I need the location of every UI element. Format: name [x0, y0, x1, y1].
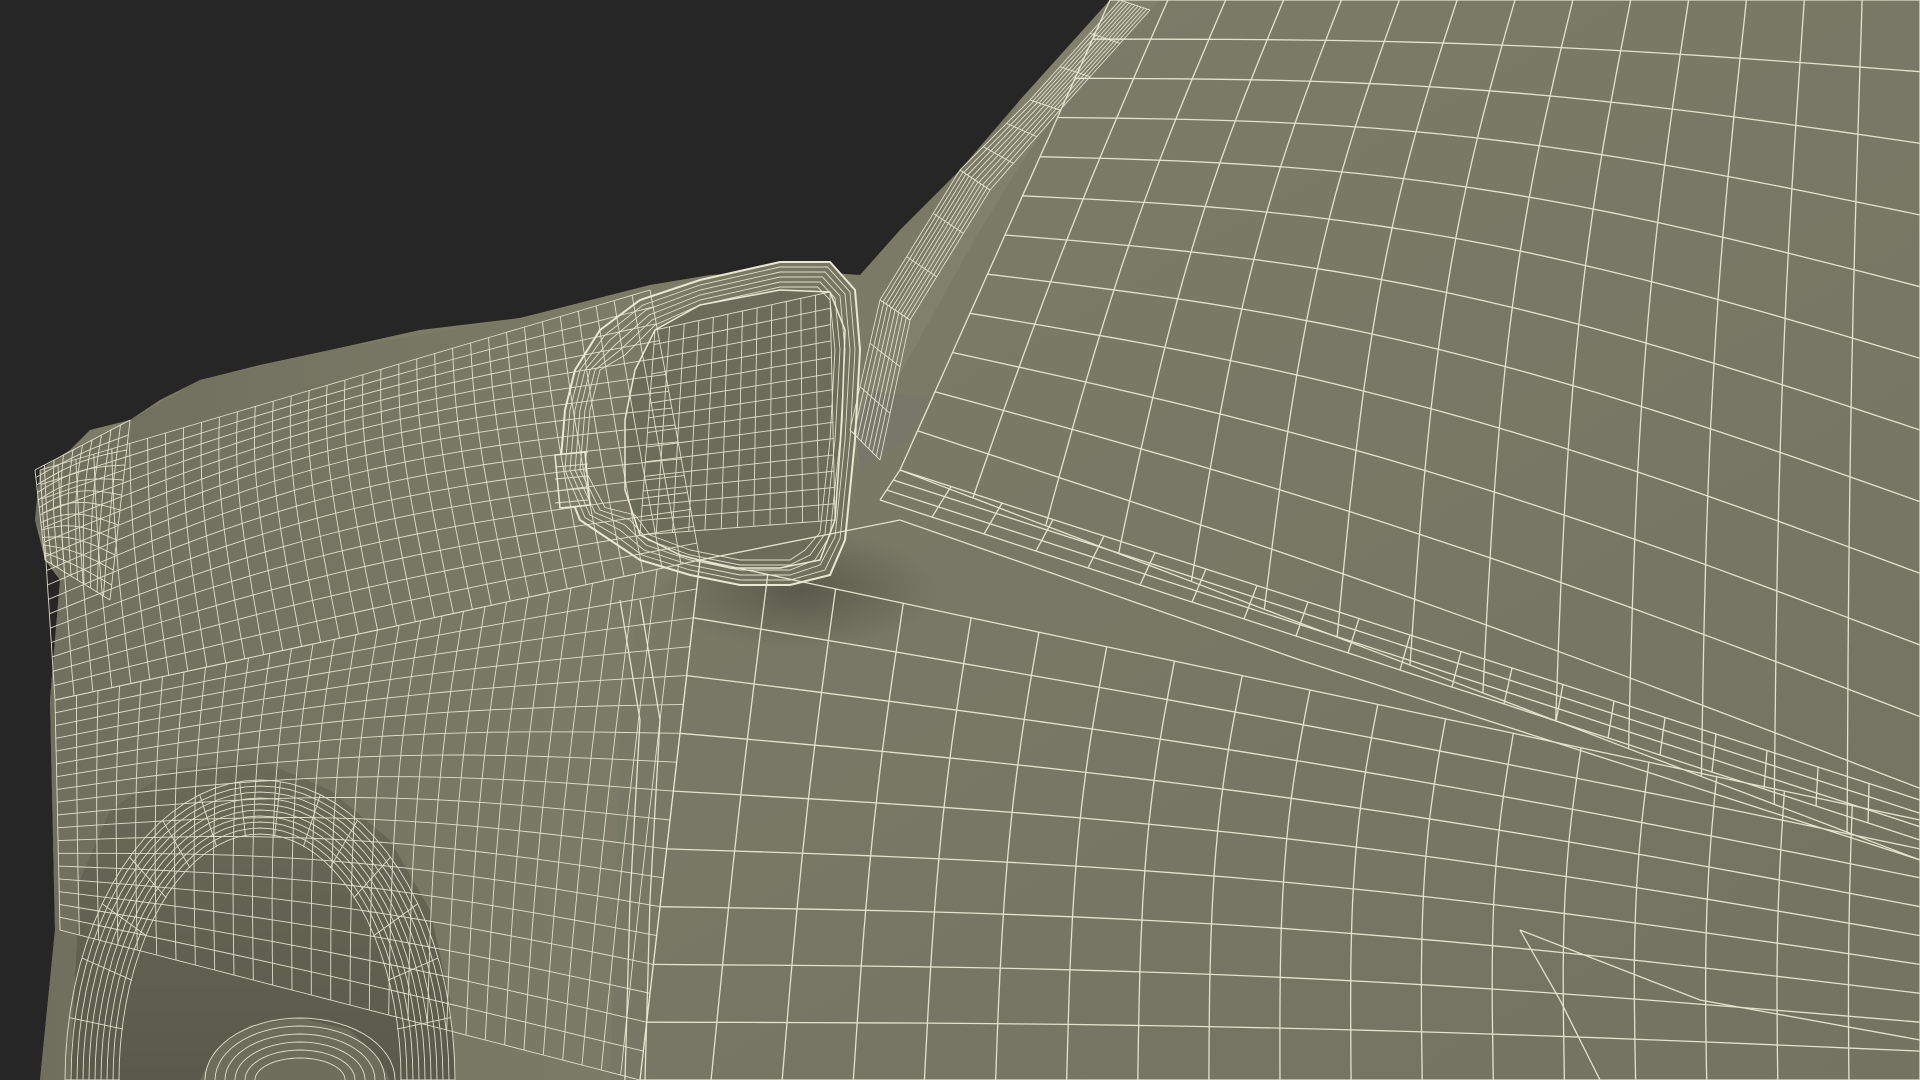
wireframe-scene [0, 0, 1920, 1080]
render-viewport [0, 0, 1920, 1080]
